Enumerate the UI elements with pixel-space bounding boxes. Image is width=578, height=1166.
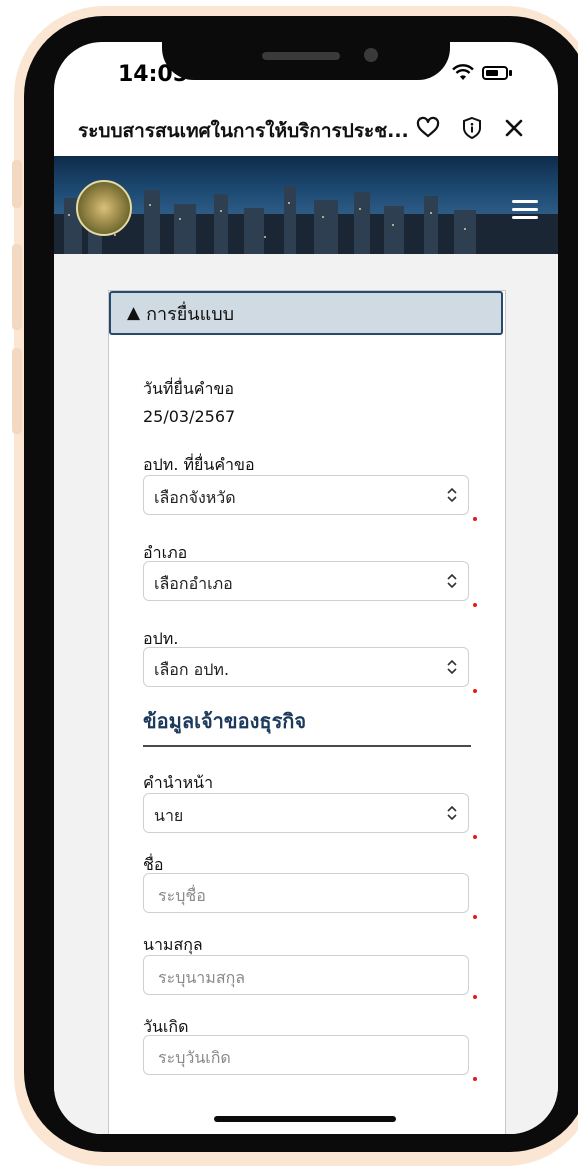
up-down-chevron-icon: [447, 573, 457, 589]
required-indicator: [473, 603, 477, 607]
required-indicator: [473, 995, 477, 999]
organization-logo: [76, 180, 132, 236]
required-indicator: [473, 835, 477, 839]
accordion-header-filing[interactable]: ▲ การยื่นแบบ: [109, 291, 503, 335]
battery-icon: [482, 66, 508, 80]
province-select-value: เลือกจังหวัด: [154, 488, 236, 507]
birthdate-input[interactable]: ระบุวันเกิด: [143, 1035, 469, 1075]
wifi-icon: [452, 64, 474, 80]
required-indicator: [473, 915, 477, 919]
district-select[interactable]: เลือกอำเภอ: [143, 561, 469, 601]
notch: [162, 42, 450, 80]
province-select[interactable]: เลือกจังหวัด: [143, 475, 469, 515]
first-name-placeholder: ระบุชื่อ: [158, 886, 206, 905]
first-name-input[interactable]: ระบุชื่อ: [143, 873, 469, 913]
lao-select-value: เลือก อปท.: [154, 660, 230, 679]
home-indicator[interactable]: [214, 1116, 396, 1122]
speaker-grille: [262, 52, 340, 60]
request-date-value: 25/03/2567: [143, 407, 236, 426]
request-date-label: วันที่ยื่นคำขอ: [143, 379, 235, 398]
triangle-up-icon: ▲: [127, 303, 141, 323]
required-indicator: [473, 517, 477, 521]
hamburger-menu-icon[interactable]: [512, 200, 538, 219]
close-icon[interactable]: [502, 116, 526, 140]
volume-up-button: [12, 244, 22, 330]
prefix-select[interactable]: นาย: [143, 793, 469, 833]
accordion-title: การยื่นแบบ: [146, 303, 235, 325]
owner-section-title: ข้อมูลเจ้าของธุรกิจ: [143, 709, 307, 733]
last-name-input[interactable]: ระบุนามสกุล: [143, 955, 469, 995]
application-form-card: ▲ การยื่นแบบ วันที่ยื่นคำขอ 25/03/2567 อ…: [108, 290, 506, 1134]
lao-select[interactable]: เลือก อปท.: [143, 647, 469, 687]
district-select-value: เลือกอำเภอ: [154, 574, 233, 593]
browser-title: ระบบสารสนเทศในการให้บริการประช...: [78, 120, 409, 142]
page-content: ▲ การยื่นแบบ วันที่ยื่นคำขอ 25/03/2567 อ…: [54, 254, 558, 1134]
battery-tip: [509, 70, 512, 76]
required-indicator: [473, 689, 477, 693]
front-camera: [364, 48, 378, 62]
last-name-placeholder: ระบุนามสกุล: [158, 968, 246, 987]
volume-down-button: [12, 348, 22, 434]
up-down-chevron-icon: [447, 659, 457, 675]
header-banner: [54, 156, 558, 254]
up-down-chevron-icon: [447, 487, 457, 503]
status-icons: [452, 64, 512, 82]
heart-icon[interactable]: [416, 116, 440, 140]
section-divider: [143, 745, 471, 747]
up-down-chevron-icon: [447, 805, 457, 821]
shield-icon[interactable]: [460, 116, 484, 140]
required-indicator: [473, 1077, 477, 1081]
birthdate-placeholder: ระบุวันเกิด: [158, 1048, 231, 1067]
prefix-select-value: นาย: [154, 806, 184, 825]
phone-screen: 14:05 ระบบสารสนเทศในการให้บริการประช...: [54, 42, 558, 1134]
mute-switch: [12, 160, 22, 208]
